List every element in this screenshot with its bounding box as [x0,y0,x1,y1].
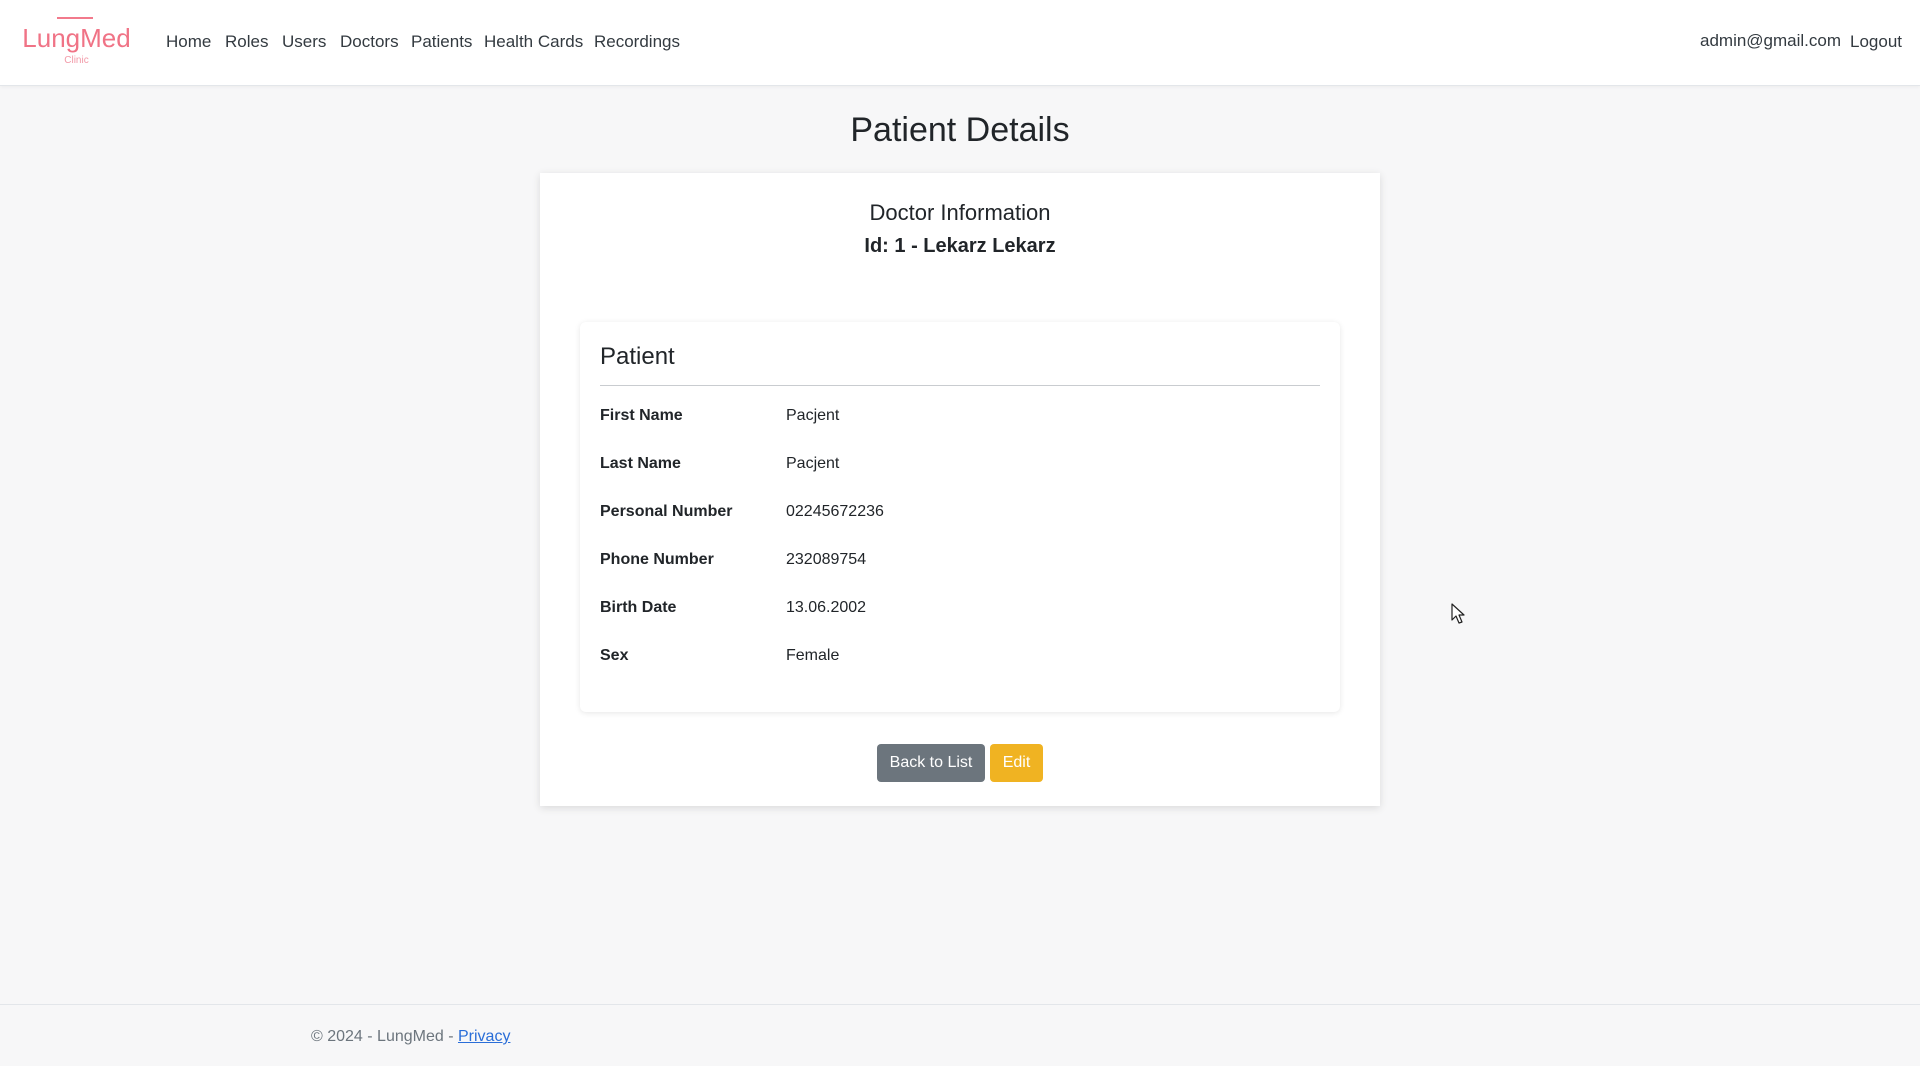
mouse-pointer-icon [1451,603,1465,624]
nav-roles[interactable]: Roles [225,31,268,53]
privacy-link[interactable]: Privacy [458,1028,510,1045]
phone-number-label: Phone Number [600,551,714,568]
sex-value: Female [786,647,840,664]
last-name-label: Last Name [600,455,681,472]
brand-subtitle: Clinic [64,55,89,66]
user-email-link[interactable]: admin@gmail.com [1700,30,1841,52]
nav-patients[interactable]: Patients [411,31,472,53]
page-title: Patient Details [850,111,1070,149]
logout-link[interactable]: Logout [1850,31,1902,53]
copyright-text: © 2024 - LungMed - [311,1028,458,1045]
brand-name: LungMed [22,23,131,53]
birth-date-value: 13.06.2002 [786,599,867,616]
doctor-info-heading: Doctor Information [869,200,1051,225]
birth-date-label: Birth Date [600,599,677,616]
edit-button[interactable]: Edit [990,744,1043,782]
footer: © 2024 - LungMed - Privacy [0,1004,1920,1066]
nav-health-cards[interactable]: Health Cards [484,31,583,53]
phone-number-value: 232089754 [786,551,867,568]
logo-accent-line [57,17,93,19]
nav-doctors[interactable]: Doctors [340,31,399,53]
last-name-value: Pacjent [786,455,840,472]
nav-users[interactable]: Users [282,31,326,53]
first-name-label: First Name [600,407,683,424]
nav-home[interactable]: Home [166,31,211,53]
divider [600,385,1320,386]
first-name-value: Pacjent [786,407,840,424]
doctor-id-line: Id: 1 - Lekarz Lekarz [864,235,1056,257]
patient-card-title: Patient [600,343,675,370]
brand-logo[interactable]: LungMed Clinic [19,17,134,69]
patient-card: Patient First Name Pacjent Last Name Pac… [580,322,1340,712]
personal-number-label: Personal Number [600,503,733,520]
details-card: Doctor Information Id: 1 - Lekarz Lekarz… [540,173,1380,806]
nav-recordings[interactable]: Recordings [594,31,680,53]
personal-number-value: 02245672236 [786,503,884,520]
back-to-list-button[interactable]: Back to List [877,744,985,782]
top-navbar: LungMed Clinic Home Roles Users Doctors … [0,0,1920,86]
sex-label: Sex [600,647,629,664]
footer-text: © 2024 - LungMed - Privacy [311,1026,510,1048]
